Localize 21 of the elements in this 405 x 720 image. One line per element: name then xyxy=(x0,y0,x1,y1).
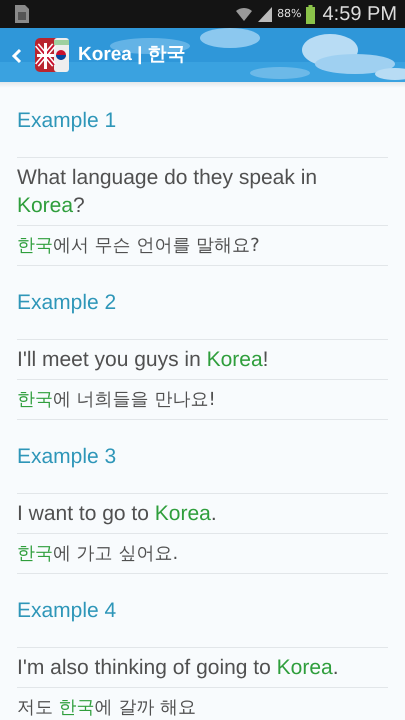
english-sentence: I'll meet you guys in Korea! xyxy=(17,339,388,379)
battery-icon xyxy=(306,4,315,24)
korean-sentence: 한국에서 무슨 언어를 말해요? xyxy=(17,225,388,266)
korean-sentence: 한국에 너희들을 만나요! xyxy=(17,379,388,420)
korean-sentence: 저도 한국에 갈까 해요 xyxy=(17,687,388,720)
korean-sentence: 한국에 가고 싶어요. xyxy=(17,533,388,574)
chevron-left-icon xyxy=(12,48,22,64)
english-sentence: What language do they speak in Korea? xyxy=(17,157,388,225)
signal-icon xyxy=(257,6,274,22)
battery-percent: 88% xyxy=(277,6,302,22)
example-heading: Example 2 xyxy=(17,290,118,316)
example-heading: Example 3 xyxy=(17,444,118,470)
example-heading: Example 1 xyxy=(17,108,118,134)
english-sentence: I want to go to Korea. xyxy=(17,493,388,533)
sim-card-icon xyxy=(14,4,30,24)
app-icon xyxy=(34,37,70,73)
screen-title: Korea | 한국 xyxy=(78,42,186,67)
example-heading: Example 4 xyxy=(17,598,118,624)
english-sentence: I'm also thinking of going to Korea. xyxy=(17,647,388,687)
wifi-icon xyxy=(235,6,254,22)
clock-time: 4:59 PM xyxy=(322,2,397,27)
